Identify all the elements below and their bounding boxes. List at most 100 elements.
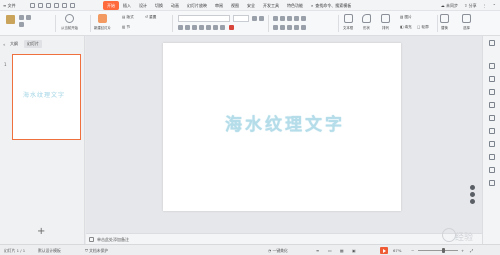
- slide-title-text[interactable]: 海水纹理文字: [225, 110, 345, 135]
- numbering-icon[interactable]: [280, 16, 285, 21]
- print-preview-icon[interactable]: [54, 3, 59, 8]
- line-spacing-icon[interactable]: [301, 16, 306, 21]
- share-button[interactable]: ⇧ 分享: [464, 2, 477, 9]
- tab-developer[interactable]: 开发工具: [259, 1, 283, 10]
- float-button-icon[interactable]: [470, 192, 475, 197]
- font-color-icon[interactable]: [229, 25, 234, 30]
- location-icon[interactable]: [489, 102, 495, 108]
- tab-home[interactable]: 开始: [103, 1, 119, 10]
- settings-icon[interactable]: [489, 167, 495, 173]
- decrease-font-icon[interactable]: [259, 16, 264, 21]
- subscript-icon[interactable]: [220, 25, 225, 30]
- font-size-select[interactable]: [233, 15, 249, 22]
- backup-icon[interactable]: [489, 180, 495, 186]
- add-slide-button[interactable]: +: [37, 227, 45, 237]
- print-icon[interactable]: [46, 3, 51, 8]
- design-icon[interactable]: [489, 76, 495, 82]
- italic-icon[interactable]: [185, 25, 190, 30]
- reset-button[interactable]: ↺ 重置: [145, 15, 156, 20]
- tab-insert[interactable]: 插入: [119, 1, 135, 10]
- theme-name[interactable]: 默认设计模板: [38, 247, 61, 254]
- image-button[interactable]: ▧ 图片: [400, 15, 412, 20]
- tab-view[interactable]: 视图: [227, 1, 243, 10]
- slide-thumbnail[interactable]: 海水纹理文字: [12, 54, 81, 140]
- template-icon[interactable]: [489, 154, 495, 160]
- tab-transition[interactable]: 切换: [151, 1, 167, 10]
- from-start-button[interactable]: 从当前开始: [61, 14, 78, 30]
- tab-security[interactable]: 安全: [243, 1, 259, 10]
- animation-icon[interactable]: [489, 89, 495, 95]
- outline-button[interactable]: □ 轮廓: [417, 25, 429, 30]
- tab-features[interactable]: 特色功能: [283, 1, 307, 10]
- chart-icon[interactable]: [489, 128, 495, 134]
- select-button[interactable]: 选择: [462, 14, 471, 30]
- collapse-sidebar-icon[interactable]: [489, 40, 495, 46]
- reading-view-icon[interactable]: ▣: [352, 247, 356, 254]
- format-painter-icon[interactable]: [26, 15, 31, 20]
- document-icon[interactable]: [489, 141, 495, 147]
- undo-icon[interactable]: [62, 3, 67, 8]
- ribbon-separator: [55, 15, 56, 32]
- notes-toggle-icon[interactable]: ≡: [316, 247, 319, 254]
- zoom-out-icon[interactable]: −: [411, 247, 414, 254]
- paste-icon[interactable]: [6, 15, 15, 24]
- justify-icon[interactable]: [294, 25, 299, 30]
- object-properties-icon[interactable]: [489, 63, 495, 69]
- fit-window-icon[interactable]: ⤢: [470, 247, 473, 254]
- redo-icon[interactable]: [70, 3, 75, 8]
- more-icon[interactable]: ⋮: [483, 2, 487, 9]
- play-button[interactable]: [380, 247, 388, 254]
- new-slide-button[interactable]: 新建幻灯片: [94, 14, 111, 30]
- doc-protection[interactable]: ⛉ 文档未保护: [85, 247, 108, 254]
- command-search[interactable]: ⌕ 查找命令、搜索模板: [307, 1, 355, 10]
- fill-button[interactable]: ◧ 填充: [400, 25, 412, 30]
- font-name-select[interactable]: [178, 15, 230, 22]
- save-icon[interactable]: [30, 3, 35, 8]
- arrange-button[interactable]: 排列: [381, 14, 390, 30]
- bullets-icon[interactable]: [273, 16, 278, 21]
- zoom-in-icon[interactable]: +: [461, 247, 464, 254]
- layout-button[interactable]: ▤ 版式: [122, 15, 134, 20]
- textbox-button[interactable]: 文本框: [343, 14, 353, 30]
- superscript-icon[interactable]: [213, 25, 218, 30]
- strikethrough-icon[interactable]: [199, 25, 204, 30]
- tab-animation[interactable]: 动画: [167, 1, 183, 10]
- cut-icon[interactable]: [19, 15, 24, 20]
- align-center-icon[interactable]: [280, 25, 285, 30]
- bold-icon[interactable]: [178, 25, 183, 30]
- indent-decrease-icon[interactable]: [287, 16, 292, 21]
- shape-button[interactable]: 形状: [362, 14, 371, 30]
- replace-button[interactable]: 替换: [440, 14, 449, 30]
- beautify-button[interactable]: ◔ 一键美化: [268, 247, 288, 254]
- tab-design[interactable]: 设计: [135, 1, 151, 10]
- file-menu[interactable]: ≡ 文件: [3, 2, 16, 9]
- float-button-icon[interactable]: [470, 185, 475, 190]
- slide-canvas[interactable]: 海水纹理文字: [163, 43, 401, 211]
- section-button[interactable]: ▥ 节: [122, 25, 130, 30]
- notes-bar[interactable]: 单击此处添加备注: [86, 233, 482, 244]
- align-right-icon[interactable]: [287, 25, 292, 30]
- increase-font-icon[interactable]: [252, 16, 257, 21]
- slide-sorter-icon[interactable]: ▦: [340, 247, 344, 254]
- float-button-icon[interactable]: [470, 199, 475, 204]
- normal-view-icon[interactable]: ▭: [328, 247, 332, 254]
- underline-icon[interactable]: [192, 25, 197, 30]
- zoom-level[interactable]: 67%: [393, 247, 401, 254]
- image-library-icon[interactable]: [489, 115, 495, 121]
- sync-status[interactable]: ☁ 未同步: [441, 2, 458, 9]
- text-direction-icon[interactable]: [301, 25, 306, 30]
- new-slide-icon: [97, 14, 107, 23]
- collapse-panel-icon[interactable]: «: [3, 42, 5, 47]
- indent-increase-icon[interactable]: [294, 16, 299, 21]
- shadow-icon[interactable]: [206, 25, 211, 30]
- tab-slides[interactable]: 幻灯片: [24, 40, 42, 48]
- tab-review[interactable]: 审阅: [211, 1, 227, 10]
- copy-icon[interactable]: [19, 22, 24, 27]
- output-pdf-icon[interactable]: [38, 3, 43, 8]
- collapse-ribbon-icon[interactable]: ⌃: [493, 2, 496, 9]
- align-left-icon[interactable]: [273, 25, 278, 30]
- tab-slideshow[interactable]: 幻灯片放映: [183, 1, 211, 10]
- tab-outline[interactable]: 大纲: [10, 41, 18, 47]
- zoom-slider[interactable]: [418, 248, 458, 253]
- zoom-slider-thumb[interactable]: [442, 248, 445, 253]
